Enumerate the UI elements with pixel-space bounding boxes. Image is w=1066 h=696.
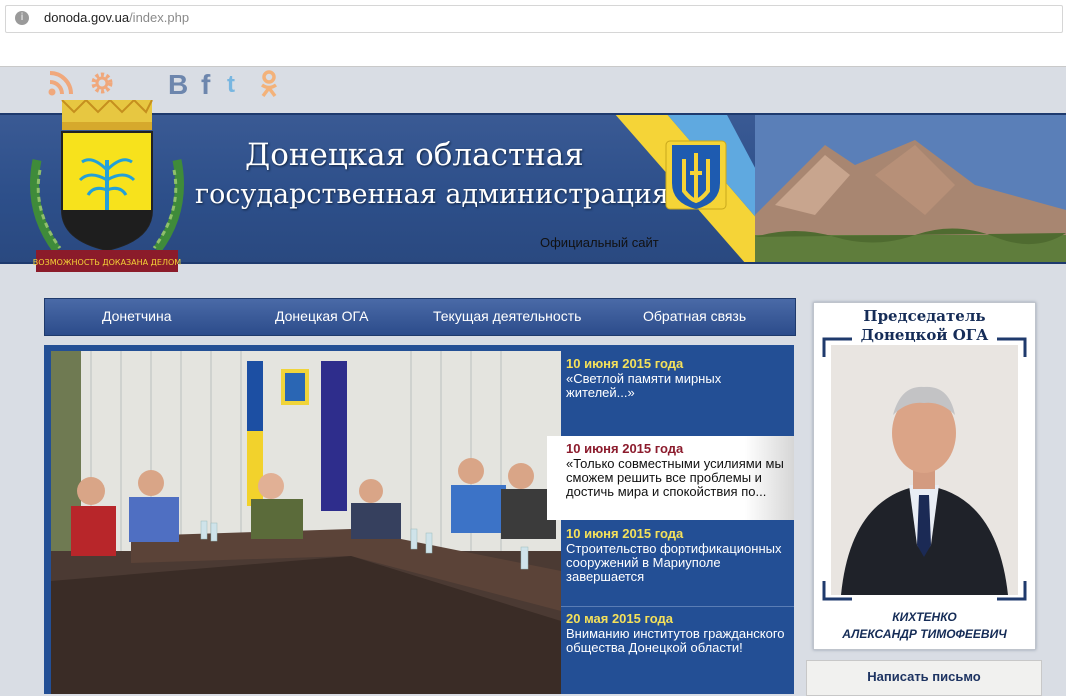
facebook-icon[interactable]: f: [201, 70, 210, 100]
site-title-line2: государственная администрация: [195, 179, 669, 210]
news-text[interactable]: Вниманию институтов гражданского обществ…: [566, 627, 792, 655]
site-title-line1: Донецкая областная: [245, 137, 584, 173]
news-date: 20 мая 2015 года: [566, 611, 673, 626]
settings-icon[interactable]: [89, 70, 115, 102]
news-text[interactable]: «Светлой памяти мирных жителей...»: [566, 372, 792, 400]
news-date: 10 июня 2015 года: [566, 526, 684, 541]
write-letter-label: Написать письмо: [867, 669, 981, 684]
vk-icon[interactable]: B: [168, 70, 188, 100]
header-mountain-landscape: [755, 115, 1066, 262]
odnoklassniki-icon[interactable]: [258, 70, 280, 104]
rss-icon[interactable]: [48, 70, 74, 104]
news-date: 10 июня 2015 года: [566, 441, 684, 456]
chairman-photo[interactable]: [831, 345, 1018, 595]
main-navigation: Донетчина Донецкая ОГА Текущая деятельно…: [44, 298, 796, 336]
url-text[interactable]: donoda.gov.ua/index.php: [44, 10, 189, 25]
donetsk-coat-of-arms: ВОЗМОЖНОСТЬ ДОКАЗАНА ДЕЛОМ: [30, 100, 184, 272]
chairman-card[interactable]: Председатель Донецкой ОГА КИХТЕНКО АЛЕКС…: [813, 302, 1036, 650]
site-info-icon[interactable]: i: [15, 11, 29, 25]
browser-toolbar: i donoda.gov.ua/index.php: [0, 0, 1066, 67]
news-item-1[interactable]: 10 июня 2015 года «Светлой памяти мирных…: [561, 351, 794, 435]
chairman-name: КИХТЕНКО АЛЕКСАНДР ТИМОФЕЕВИЧ: [842, 610, 1007, 641]
write-letter-button[interactable]: Написать письмо: [806, 660, 1042, 696]
nav-item-feedback[interactable]: Обратная связь: [643, 308, 746, 324]
nav-item-donetchina[interactable]: Донетчина: [102, 308, 172, 324]
address-bar[interactable]: i donoda.gov.ua/index.php: [5, 5, 1063, 33]
news-text[interactable]: «Только совместными усилиями мы сможем р…: [566, 457, 792, 499]
news-item-2-active[interactable]: 10 июня 2015 года «Только совместными ус…: [547, 436, 794, 520]
news-item-4[interactable]: 20 мая 2015 года Вниманию институтов гра…: [561, 606, 794, 690]
news-item-3[interactable]: 10 июня 2015 года Строительство фортифик…: [561, 521, 794, 605]
nav-item-donetsk-oga[interactable]: Донецкая ОГА: [275, 308, 369, 324]
news-date: 10 июня 2015 года: [566, 356, 684, 371]
news-text[interactable]: Строительство фортификационных сооружени…: [566, 542, 792, 584]
news-photo-meeting[interactable]: [51, 351, 561, 694]
twitter-icon[interactable]: t: [227, 70, 235, 100]
coat-motto: ВОЗМОЖНОСТЬ ДОКАЗАНА ДЕЛОМ: [33, 258, 181, 267]
nav-item-current-activity[interactable]: Текущая деятельность: [433, 308, 581, 324]
